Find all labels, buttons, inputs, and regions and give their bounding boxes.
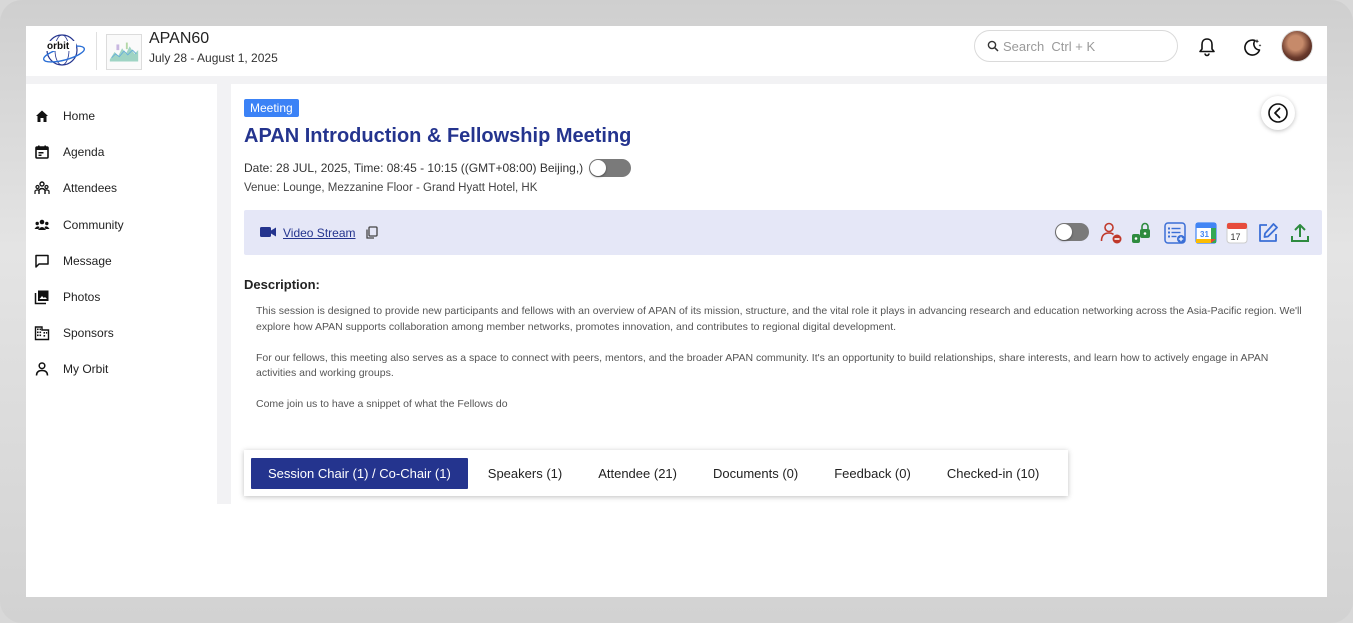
event-logo — [106, 34, 142, 70]
google-calendar-icon[interactable]: 31 — [1194, 221, 1218, 245]
sidebar-item-label: Home — [63, 109, 96, 124]
sidebar-item-label: Sponsors — [63, 326, 114, 341]
sidebar-item-home[interactable]: Home — [26, 98, 217, 134]
search-box[interactable] — [974, 30, 1178, 62]
tab-session-chair[interactable]: Session Chair (1) / Co-Chair (1) — [251, 457, 468, 489]
dark-mode-icon[interactable] — [1241, 36, 1263, 58]
lock-tags-icon[interactable] — [1130, 221, 1154, 245]
apple-calendar-icon[interactable]: 17 — [1225, 221, 1249, 245]
search-icon — [987, 40, 999, 52]
page-footer-area — [26, 504, 1327, 597]
sidebar-item-community[interactable]: Community — [26, 207, 217, 243]
stream-toolbar: Video Stream 31 17 — [244, 210, 1322, 255]
video-camera-icon — [260, 227, 276, 237]
copy-icon[interactable] — [365, 226, 378, 239]
sidebar-item-agenda[interactable]: Agenda — [26, 134, 217, 170]
video-stream-link[interactable]: Video Stream — [283, 226, 356, 240]
tab-attendee[interactable]: Attendee (21) — [580, 458, 695, 489]
app-window: orbit APAN60 July 28 - August 1, 2025 Se… — [26, 26, 1327, 597]
stream-toggle[interactable] — [1055, 223, 1089, 241]
event-name: APAN60 — [149, 30, 210, 47]
session-date-text: Date: 28 JUL, 2025, Time: 08:45 - 10:15 … — [244, 161, 584, 175]
tab-feedback[interactable]: Feedback (0) — [816, 458, 929, 489]
tab-speakers[interactable]: Speakers (1) — [470, 458, 580, 489]
header-divider — [96, 32, 97, 70]
session-detail-panel: Meeting APAN Introduction & Fellowship M… — [231, 84, 1327, 504]
upload-icon[interactable] — [1288, 221, 1312, 245]
sidebar-item-label: Photos — [63, 290, 101, 305]
orbit-logo[interactable]: orbit — [42, 30, 86, 70]
add-list-icon[interactable] — [1163, 221, 1187, 245]
tab-checked-in[interactable]: Checked-in (10) — [929, 458, 1058, 489]
tab-documents[interactable]: Documents (0) — [695, 458, 816, 489]
svg-text:17: 17 — [1231, 232, 1241, 242]
description-body: This session is designed to provide new … — [256, 304, 1306, 428]
description-paragraph: For our fellows, this meeting also serve… — [256, 351, 1269, 380]
sidebar-item-attendees[interactable]: Attendees — [26, 170, 217, 206]
edit-icon[interactable] — [1256, 221, 1280, 245]
timezone-toggle[interactable] — [589, 159, 632, 177]
description-label: Description: — [244, 277, 320, 292]
svg-text:31: 31 — [1200, 230, 1209, 239]
sidebar-item-label: Community — [63, 217, 124, 232]
sidebar-item-sponsors[interactable]: Sponsors — [26, 315, 217, 351]
calendar-icon — [35, 145, 49, 160]
building-icon — [34, 326, 50, 341]
svg-text:orbit: orbit — [47, 41, 70, 52]
chevron-left-circle-icon — [1268, 103, 1288, 123]
sidebar-item-photos[interactable]: Photos — [26, 279, 217, 315]
sidebar-item-label: Attendees — [63, 181, 118, 196]
person-icon — [35, 362, 49, 376]
message-icon — [35, 254, 49, 268]
sidebar-item-message[interactable]: Message — [26, 243, 217, 279]
event-dates: July 28 - August 1, 2025 — [149, 51, 278, 65]
session-venue: Venue: Lounge, Mezzanine Floor - Grand H… — [244, 182, 538, 194]
session-tabs: Session Chair (1) / Co-Chair (1) Speaker… — [244, 450, 1068, 496]
community-icon — [34, 219, 50, 230]
description-paragraph: Come join us to have a snippet of what t… — [256, 398, 508, 410]
top-header: orbit APAN60 July 28 - August 1, 2025 — [26, 26, 1327, 76]
bell-icon[interactable] — [1196, 36, 1218, 58]
description-paragraph: This session is designed to provide new … — [256, 305, 1302, 333]
sidebar-item-label: Agenda — [63, 145, 105, 160]
sidebar-item-my-orbit[interactable]: My Orbit — [26, 351, 217, 387]
sidebar-item-label: My Orbit — [63, 362, 109, 377]
photos-icon — [34, 290, 49, 305]
back-button[interactable] — [1261, 96, 1295, 130]
remove-user-icon[interactable] — [1099, 221, 1123, 245]
sidebar-item-label: Message — [63, 253, 112, 268]
home-icon — [36, 110, 48, 123]
search-input[interactable] — [1003, 38, 1163, 54]
user-avatar[interactable] — [1281, 30, 1313, 62]
attendees-icon — [34, 181, 50, 195]
session-date-line: Date: 28 JUL, 2025, Time: 08:45 - 10:15 … — [244, 159, 632, 177]
session-type-badge: Meeting — [244, 99, 299, 117]
sidebar: Home Agenda Attendees Community Message … — [26, 84, 217, 504]
page-title: APAN Introduction & Fellowship Meeting — [244, 125, 632, 147]
